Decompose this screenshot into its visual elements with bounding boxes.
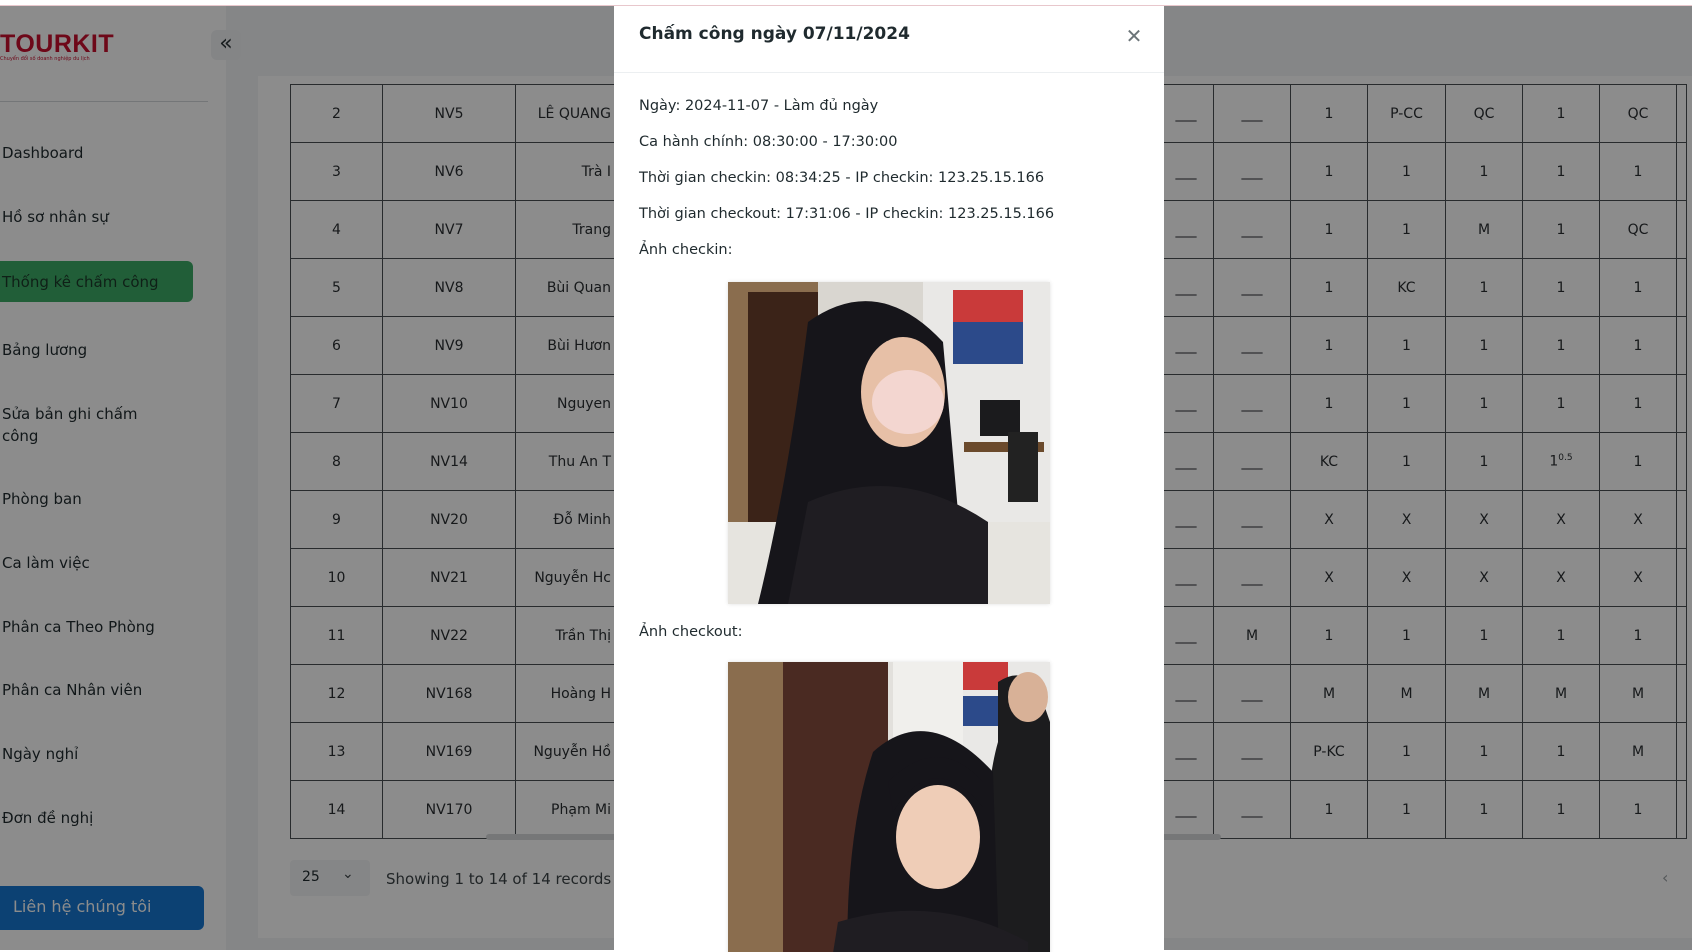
checkout-time-line: Thời gian checkout: 17:31:06 - IP checki… xyxy=(639,206,1055,222)
date-status-line: Ngày: 2024-11-07 - Làm đủ ngày xyxy=(639,98,879,114)
checkout-photo xyxy=(728,662,1050,952)
modal-title: Chấm công ngày 07/11/2024 xyxy=(639,24,910,44)
modal-header: Chấm công ngày 07/11/2024 ✕ xyxy=(614,6,1164,73)
checkout-photo-label: Ảnh checkout: xyxy=(639,624,743,640)
shift-line: Ca hành chính: 08:30:00 - 17:30:00 xyxy=(639,134,898,150)
checkin-photo-label: Ảnh checkin: xyxy=(639,242,733,258)
attendance-detail-modal: Chấm công ngày 07/11/2024 ✕ Ngày: 2024-1… xyxy=(614,6,1164,952)
checkin-photo xyxy=(728,282,1050,604)
close-icon[interactable]: ✕ xyxy=(1122,24,1146,48)
checkin-time-line: Thời gian checkin: 08:34:25 - IP checkin… xyxy=(639,170,1045,186)
